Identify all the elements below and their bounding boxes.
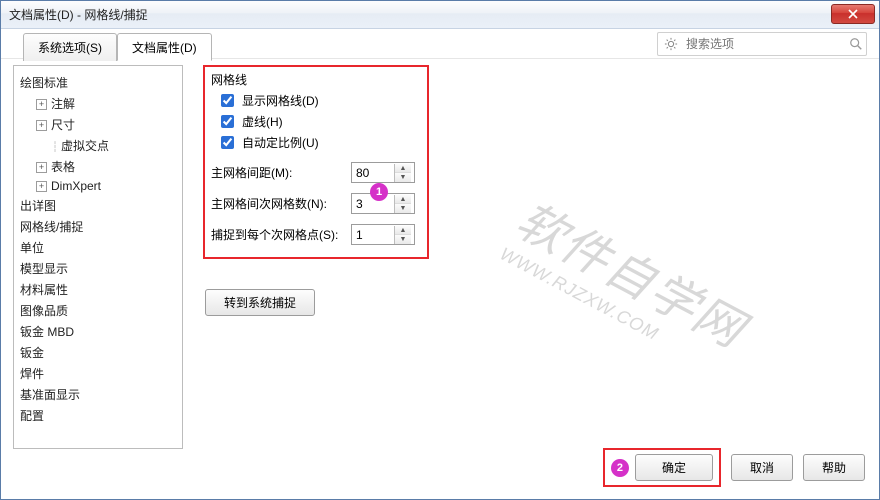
goto-system-snap-button[interactable]: 转到系统捕捉 <box>205 289 315 316</box>
spin-major-spacing[interactable]: ▲ ▼ <box>351 162 415 183</box>
tree-node-config[interactable]: 配置 <box>20 405 176 426</box>
tree-node-dimension[interactable]: +尺寸 <box>20 114 176 135</box>
checkbox-auto-scale[interactable]: 自动定比例(U) <box>217 133 421 152</box>
row-major-spacing: 主网格间距(M): ▲ ▼ <box>211 162 421 183</box>
tree-node-annotation[interactable]: +注解 <box>20 93 176 114</box>
search-icon[interactable] <box>849 37 863 51</box>
tree-node-virtual-sharp[interactable]: 虚拟交点 <box>20 135 176 156</box>
settings-panel: 网格线 显示网格线(D) 虚线(H) 自动定比例(U) 主网格间距(M): ▲ … <box>183 65 867 449</box>
dialog-body: 绘图标准 +注解 +尺寸 虚拟交点 +表格 +DimXpert 出详图 网格线/… <box>1 59 879 449</box>
label-major-spacing: 主网格间距(M): <box>211 164 351 181</box>
spin-arrows: ▲ ▼ <box>394 195 411 213</box>
tree-node-weldments[interactable]: 焊件 <box>20 363 176 384</box>
checkbox-show-grid-input[interactable] <box>221 94 234 107</box>
tree-node-material-props[interactable]: 材料属性 <box>20 279 176 300</box>
tree-node-sheet-metal-mbd[interactable]: 钣金 MBD <box>20 321 176 342</box>
row-minor-per-major: 主网格间次网格数(N): ▲ ▼ <box>211 193 421 214</box>
input-major-spacing[interactable] <box>352 166 394 180</box>
annotation-callout-2: 2 <box>611 459 629 477</box>
row-snap-every: 捕捉到每个次网格点(S): ▲ ▼ <box>211 224 421 245</box>
group-grid-title: 网格线 <box>211 71 421 88</box>
expand-icon[interactable]: + <box>36 181 47 192</box>
dialog-footer: 2 确定 取消 帮助 <box>603 448 865 487</box>
tree-node-units[interactable]: 单位 <box>20 237 176 258</box>
tab-system-options[interactable]: 系统选项(S) <box>23 33 117 61</box>
tree-node-table[interactable]: +表格 <box>20 156 176 177</box>
expand-icon[interactable]: + <box>36 99 47 110</box>
dialog-window: 文档属性(D) - 网格线/捕捉 系统选项(S) 文档属性(D) 绘图标准 +注… <box>0 0 880 500</box>
spin-arrows: ▲ ▼ <box>394 226 411 244</box>
gear-icon <box>664 37 678 51</box>
arrow-down-icon[interactable]: ▼ <box>395 235 411 244</box>
checkbox-auto-scale-input[interactable] <box>221 136 234 149</box>
arrow-up-icon[interactable]: ▲ <box>395 195 411 204</box>
highlight-box-2: 2 确定 <box>603 448 721 487</box>
annotation-callout-1: 1 <box>370 183 388 201</box>
search-box[interactable] <box>657 32 867 56</box>
category-tree[interactable]: 绘图标准 +注解 +尺寸 虚拟交点 +表格 +DimXpert 出详图 网格线/… <box>13 65 183 449</box>
highlight-box-1: 网格线 显示网格线(D) 虚线(H) 自动定比例(U) 主网格间距(M): ▲ … <box>203 65 429 259</box>
tree-node-dimxpert[interactable]: +DimXpert <box>20 177 176 195</box>
arrow-down-icon[interactable]: ▼ <box>395 204 411 213</box>
checkbox-dashed[interactable]: 虚线(H) <box>217 112 421 131</box>
arrow-down-icon[interactable]: ▼ <box>395 173 411 182</box>
title-bar: 文档属性(D) - 网格线/捕捉 <box>1 1 879 29</box>
close-button[interactable] <box>831 4 875 24</box>
arrow-up-icon[interactable]: ▲ <box>395 164 411 173</box>
search-input[interactable] <box>684 36 843 52</box>
expand-icon[interactable]: + <box>36 162 47 173</box>
tree-node-plane-display[interactable]: 基准面显示 <box>20 384 176 405</box>
label-snap-every: 捕捉到每个次网格点(S): <box>211 226 351 243</box>
tab-bar: 系统选项(S) 文档属性(D) <box>23 32 212 60</box>
label-minor-per-major: 主网格间次网格数(N): <box>211 195 351 212</box>
tree-node-detailing[interactable]: 出详图 <box>20 195 176 216</box>
tree-node-sheet-metal[interactable]: 钣金 <box>20 342 176 363</box>
tab-document-properties[interactable]: 文档属性(D) <box>117 33 212 61</box>
arrow-up-icon[interactable]: ▲ <box>395 226 411 235</box>
tree-node-grid-snap[interactable]: 网格线/捕捉 <box>20 216 176 237</box>
checkbox-show-grid[interactable]: 显示网格线(D) <box>217 91 421 110</box>
cancel-button[interactable]: 取消 <box>731 454 793 481</box>
tree-node-model-display[interactable]: 模型显示 <box>20 258 176 279</box>
window-title: 文档属性(D) - 网格线/捕捉 <box>9 6 148 23</box>
ok-button[interactable]: 确定 <box>635 454 713 481</box>
spin-snap-every[interactable]: ▲ ▼ <box>351 224 415 245</box>
help-button[interactable]: 帮助 <box>803 454 865 481</box>
toolbar: 系统选项(S) 文档属性(D) <box>1 29 879 59</box>
spin-arrows: ▲ ▼ <box>394 164 411 182</box>
input-snap-every[interactable] <box>352 228 394 242</box>
tree-node-drafting-standard[interactable]: 绘图标准 <box>20 72 176 93</box>
checkbox-dashed-input[interactable] <box>221 115 234 128</box>
close-icon <box>848 9 858 19</box>
tree-node-image-quality[interactable]: 图像品质 <box>20 300 176 321</box>
watermark: 软件自学网 WWW.RJZXW.COM <box>496 182 759 380</box>
expand-icon[interactable]: + <box>36 120 47 131</box>
